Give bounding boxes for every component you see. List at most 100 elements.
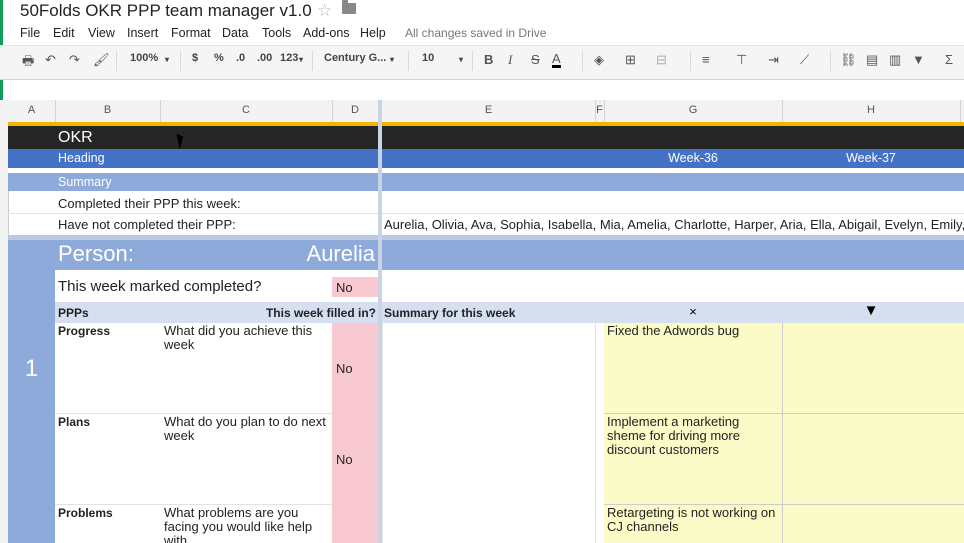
decrease-decimal-button[interactable]: .0 xyxy=(236,52,245,64)
gridline xyxy=(595,100,596,122)
text-rotation-icon[interactable]: ⟋ xyxy=(800,52,809,68)
document-title[interactable]: 50Folds OKR PPP team manager v1.0 xyxy=(20,1,312,21)
undo-icon[interactable]: ↶ xyxy=(45,52,56,68)
ppp-row-progress-name: Progress xyxy=(58,324,111,338)
week-37-progress-cell[interactable] xyxy=(783,323,964,414)
gridline xyxy=(595,323,596,543)
insert-link-icon[interactable]: ⛓ xyxy=(840,52,857,68)
okr-title: OKR xyxy=(58,129,93,146)
ppp-row-progress-question: What did you achieve this week xyxy=(164,323,313,352)
ppp-row-plans-name: Plans xyxy=(58,415,91,429)
column-header-d[interactable]: D xyxy=(332,104,378,116)
print-icon[interactable]: 🖶 xyxy=(22,52,34,74)
completed-label: Completed their PPP this week: xyxy=(58,196,241,211)
person-label: Person: xyxy=(58,241,134,266)
fill-color-icon[interactable]: ◈ xyxy=(594,52,604,68)
ppp-row-progress-filled: No xyxy=(336,361,353,376)
frozen-column-divider[interactable] xyxy=(378,100,382,543)
chevron-down-icon[interactable]: ▾ xyxy=(390,55,394,64)
column-header-c[interactable]: C xyxy=(160,104,332,116)
week-37-plans-cell[interactable] xyxy=(783,414,964,505)
align-left-icon[interactable]: ≡ xyxy=(702,52,710,67)
person-name[interactable]: Aurelia xyxy=(175,241,375,267)
menu-format[interactable]: Format xyxy=(171,26,211,40)
ppp-row-progress-entry[interactable]: Fixed the Adwords bug xyxy=(607,324,779,338)
toolbar-divider xyxy=(690,51,691,71)
week-37-problems-cell[interactable] xyxy=(783,505,964,543)
save-status: All changes saved in Drive xyxy=(405,26,547,40)
menu-add-ons[interactable]: Add-ons xyxy=(303,26,350,40)
insert-chart-icon[interactable]: ▥ xyxy=(889,52,901,68)
toolbar-divider xyxy=(312,51,313,71)
toolbar-divider xyxy=(472,51,473,71)
merge-cells-icon[interactable]: ⊟ xyxy=(656,52,667,68)
menu-file[interactable]: File xyxy=(20,26,40,40)
folder-icon[interactable] xyxy=(342,0,356,14)
summary-week-header: Summary for this week xyxy=(384,306,516,320)
bold-icon[interactable]: B xyxy=(484,52,493,67)
column-header-g[interactable]: G xyxy=(604,104,782,116)
number-format-select[interactable]: 123 xyxy=(280,52,298,64)
font-family-select[interactable]: Century G... xyxy=(324,52,386,64)
gridline xyxy=(8,213,964,214)
menu-edit[interactable]: Edit xyxy=(53,26,75,40)
ppp-row-plans-entry[interactable]: Implement a marketing sheme for driving … xyxy=(607,415,779,457)
menu-data[interactable]: Data xyxy=(222,26,248,40)
not-completed-names[interactable]: Aurelia, Olivia, Ava, Sophia, Isabella, … xyxy=(384,217,964,232)
ppp-row-problems-name: Problems xyxy=(58,506,113,520)
italic-icon[interactable]: I xyxy=(508,52,512,68)
toolbar-divider xyxy=(830,51,831,71)
text-color-icon[interactable]: A xyxy=(552,52,561,68)
week-37-header: Week-37 xyxy=(846,151,896,165)
column-header-e[interactable]: E xyxy=(382,104,595,116)
gridline xyxy=(55,100,56,122)
menu-view[interactable]: View xyxy=(88,26,115,40)
column-header-b[interactable]: B xyxy=(55,104,160,116)
insert-comment-icon[interactable]: ▤ xyxy=(866,52,878,68)
marked-completed-value: No xyxy=(336,280,353,295)
gridline xyxy=(382,323,383,543)
percent-format-button[interactable]: % xyxy=(214,52,224,64)
toolbar-divider xyxy=(408,51,409,71)
column-header-f[interactable]: F xyxy=(595,104,604,116)
chevron-down-icon[interactable]: ▾ xyxy=(165,55,169,64)
menu-help[interactable]: Help xyxy=(360,26,386,40)
dropdown-arrow-icon[interactable]: ▼ xyxy=(782,302,960,319)
filter-icon[interactable]: ▼ xyxy=(912,52,925,67)
gridline xyxy=(55,413,332,414)
menu-tools[interactable]: Tools xyxy=(262,26,291,40)
font-size-select[interactable]: 10 xyxy=(422,52,434,64)
strikethrough-icon[interactable]: S xyxy=(531,52,540,67)
chevron-down-icon[interactable]: ▾ xyxy=(299,55,303,64)
vertical-align-icon[interactable]: ⊤ xyxy=(736,52,747,68)
not-completed-label: Have not completed their PPP: xyxy=(58,217,236,232)
zoom-select[interactable]: 100% xyxy=(130,52,158,64)
close-icon[interactable]: × xyxy=(604,304,782,319)
text-wrap-icon[interactable]: ⇥ xyxy=(768,52,779,68)
person-number: 1 xyxy=(24,355,39,382)
gridline xyxy=(604,100,605,122)
functions-icon[interactable]: Σ xyxy=(945,52,953,67)
increase-decimal-button[interactable]: .00 xyxy=(257,52,272,64)
gridline xyxy=(160,100,161,122)
chevron-down-icon[interactable]: ▾ xyxy=(459,55,463,64)
menu-insert[interactable]: Insert xyxy=(127,26,158,40)
gridline xyxy=(960,100,961,122)
ppp-row-problems-entry[interactable]: Retargeting is not working on CJ channel… xyxy=(607,506,779,534)
ppp-row-plans-filled: No xyxy=(336,452,353,467)
person-index-cell xyxy=(8,240,55,543)
column-header-a[interactable]: A xyxy=(8,104,55,116)
okr-title-row xyxy=(8,126,964,149)
filled-in-header: This week filled in? xyxy=(265,306,376,320)
marked-completed-question: This week marked completed? xyxy=(58,278,262,295)
paint-format-icon[interactable]: 🖌 xyxy=(93,52,110,68)
heading-label: Heading xyxy=(58,151,105,165)
toolbar-divider xyxy=(116,51,117,71)
borders-icon[interactable]: ⊞ xyxy=(625,52,636,68)
currency-format-button[interactable]: $ xyxy=(192,52,198,64)
column-header-h[interactable]: H xyxy=(782,104,960,116)
redo-icon[interactable]: ↷ xyxy=(69,52,80,68)
gridline xyxy=(55,504,332,505)
star-icon[interactable]: ☆ xyxy=(317,1,332,21)
ppps-header: PPPs xyxy=(58,306,89,320)
